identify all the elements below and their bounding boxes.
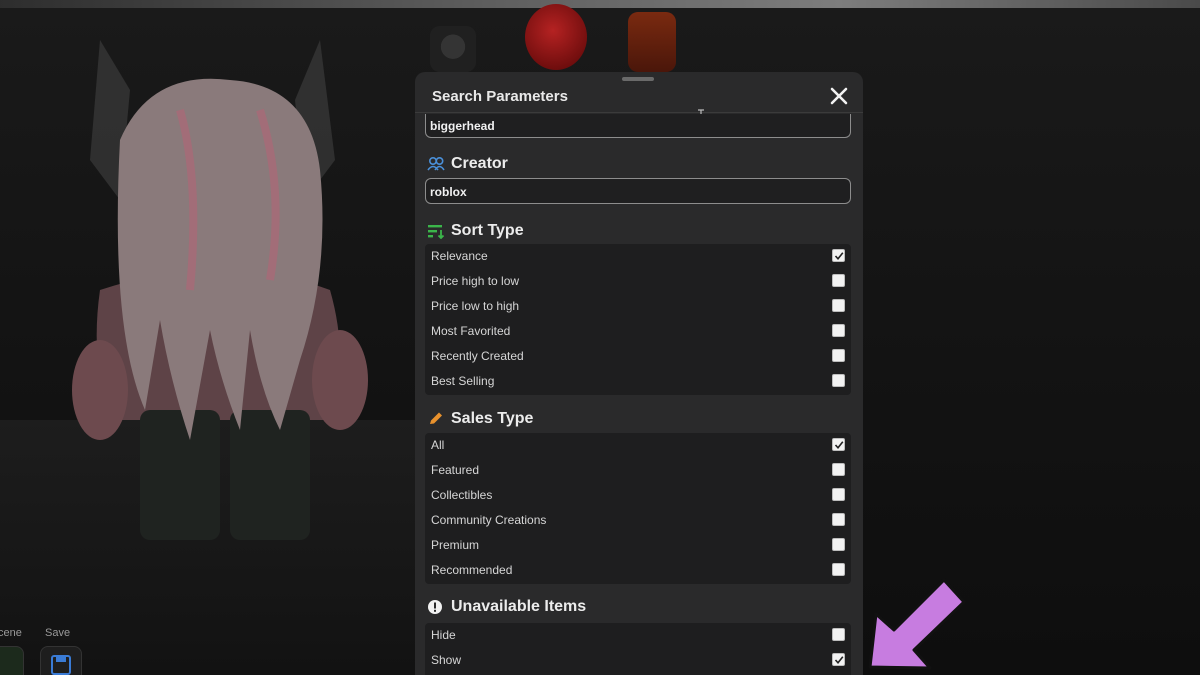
sales-type-checkbox[interactable] [832,438,845,451]
unavailable-items-title: Unavailable Items [451,598,587,615]
sort-type-option-label: Relevance [431,249,488,263]
sort-type-option-row[interactable]: Relevance [425,244,851,269]
unavailable-items-option-row[interactable]: Show [425,648,851,673]
sort-type-option-label: Most Favorited [431,324,511,338]
panel-title: Search Parameters [432,88,568,105]
sort-type-option-row[interactable]: Recently Created [425,344,851,369]
unavailable-items-options: Hide Show [425,623,851,675]
top-strip [0,0,1200,8]
panel-header: Search Parameters [415,72,863,113]
sort-type-option-row[interactable]: Best Selling [425,369,851,394]
sort-type-option-row[interactable]: Price high to low [425,269,851,294]
people-icon [427,156,445,171]
checkmark-icon [834,656,844,665]
sort-type-option-row[interactable]: Most Favorited [425,319,851,344]
unavailable-items-option-row[interactable]: Hide [425,623,851,648]
sales-type-option-label: Featured [431,463,480,477]
sales-type-option-row[interactable]: All [425,433,851,458]
unavailable-items-checkbox[interactable] [832,653,845,666]
sales-type-option-row[interactable]: Featured [425,458,851,483]
sort-type-checkbox[interactable] [832,374,845,387]
pencil-icon [430,412,442,424]
sort-type-title: Sort Type [451,222,524,239]
save-icon [51,655,71,675]
keyword-input[interactable]: biggerhead [425,114,851,138]
sort-type-checkbox[interactable] [832,349,845,362]
sales-type-checkbox[interactable] [832,538,845,551]
highlight-arrow-icon [868,578,966,670]
sales-type-title: Sales Type [451,410,534,427]
save-button[interactable] [40,646,82,675]
sort-type-section-title: Sort Type [427,220,524,242]
sales-type-option-row[interactable]: Community Creations [425,508,851,533]
avatar-head-icon-secondary[interactable] [628,12,676,72]
save-label: Save [45,627,71,639]
sort-type-checkbox[interactable] [832,274,845,287]
sort-type-options: Relevance Price high to low Price low to h… [425,244,851,395]
sort-type-option-label: Best Selling [431,374,495,388]
avatar-head-icon[interactable] [525,4,587,70]
unavailable-items-option-label: Hide [431,628,456,642]
sort-type-option-row[interactable]: Price low to high [425,294,851,319]
unavailable-items-option-label: Show [431,653,462,667]
scene-label: cene [0,627,22,639]
sales-type-option-row[interactable]: Collectibles [425,483,851,508]
sales-type-option-row[interactable]: Recommended [425,558,851,583]
sales-type-option-label: Collectibles [431,488,493,502]
bottom-toolbar: cene Save [0,622,90,675]
scene-button[interactable] [0,646,24,675]
sort-type-checkbox[interactable] [832,299,845,312]
sort-icon [428,225,445,239]
sales-type-option-label: All [431,438,445,452]
checkmark-icon [834,441,844,450]
sort-type-checkbox[interactable] [832,249,845,262]
sort-type-checkbox[interactable] [832,324,845,337]
sort-type-option-label: Recently Created [431,349,524,363]
sort-type-option-label: Price high to low [431,274,520,288]
sort-type-option-label: Price low to high [431,299,520,313]
creator-title: Creator [451,155,508,172]
unavailable-items-section-title: Unavailable Items [427,596,586,618]
creator-section-title: Creator [427,153,508,175]
sales-type-option-row[interactable]: Premium [425,533,851,558]
settings-hex-icon[interactable] [430,26,476,72]
alert-icon [428,600,442,614]
sales-type-checkbox[interactable] [832,488,845,501]
checkmark-icon [834,252,844,261]
search-parameters-panel: Search Parameters biggerhead Creator rob… [415,72,863,675]
sales-type-section-title: Sales Type [427,408,533,430]
sales-type-option-label: Community Creations [431,513,547,527]
sales-type-option-label: Recommended [431,563,513,577]
unavailable-items-checkbox[interactable] [832,628,845,641]
creator-input[interactable]: roblox [425,178,851,204]
sales-type-option-label: Premium [431,538,480,552]
sales-type-checkbox[interactable] [832,563,845,576]
sales-type-checkbox[interactable] [832,513,845,526]
avatar-character [72,40,368,540]
sales-type-options: All Featured Collectibles Community Creatio… [425,433,851,584]
sales-type-checkbox[interactable] [832,463,845,476]
close-icon[interactable] [828,85,850,107]
